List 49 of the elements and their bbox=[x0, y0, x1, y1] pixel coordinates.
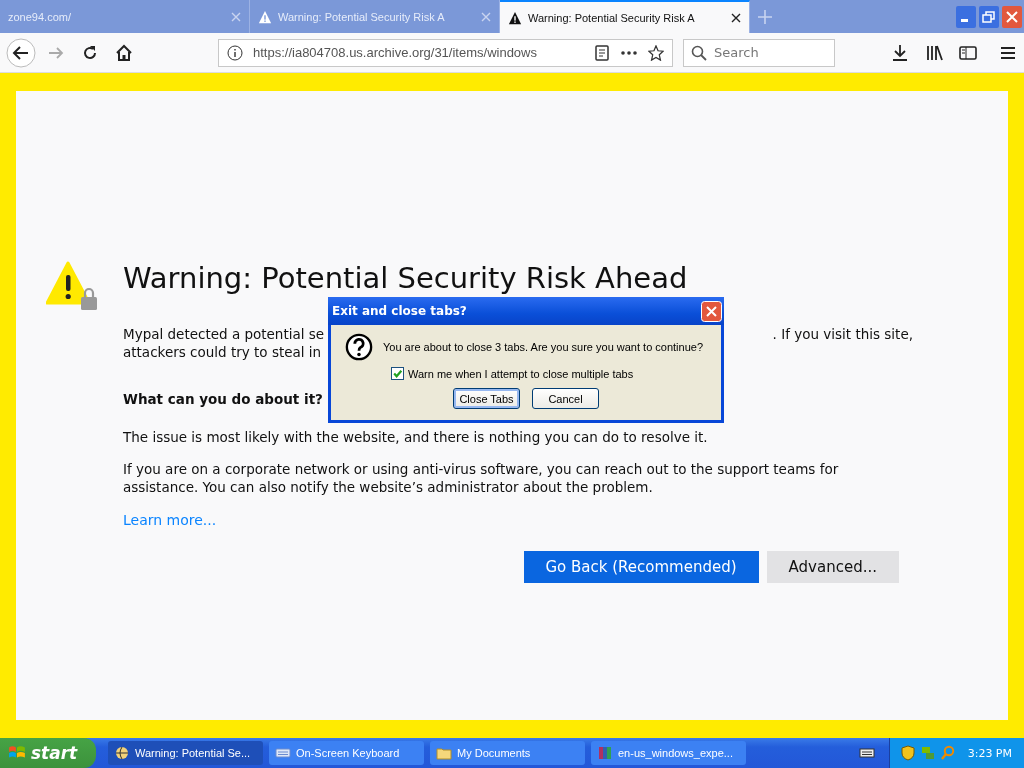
learn-more-link[interactable]: Learn more... bbox=[123, 512, 217, 528]
dialog-title: Exit and close tabs? bbox=[332, 304, 467, 318]
folder-icon bbox=[436, 745, 452, 761]
go-back-button[interactable]: Go Back (Recommended) bbox=[523, 551, 759, 583]
dialog-message: You are about to close 3 tabs. Are you sure you want to continue? bbox=[383, 341, 704, 353]
advice-text: The issue is most likely with the website, and there is nothing you can do to resolve it. bbox=[123, 428, 709, 446]
warn-checkbox[interactable] bbox=[391, 367, 404, 380]
search-icon bbox=[691, 44, 707, 61]
tab-title: Warning: Potential Security Risk A bbox=[528, 11, 696, 24]
keyboard-icon bbox=[275, 745, 291, 761]
tab-title: Warning: Potential Security Risk A bbox=[278, 10, 446, 23]
download-icon[interactable] bbox=[890, 42, 910, 63]
page-title: Warning: Potential Security Risk Ahead bbox=[123, 261, 689, 295]
star-icon[interactable] bbox=[648, 44, 664, 61]
advanced-button[interactable]: Advanced... bbox=[766, 551, 899, 583]
taskbar-item[interactable]: My Documents bbox=[430, 741, 585, 765]
more-icon[interactable] bbox=[620, 49, 638, 56]
warning-icon bbox=[258, 9, 272, 24]
archive-icon bbox=[597, 745, 613, 761]
description-text: attackers could try to steal in bbox=[123, 343, 322, 361]
warning-icon bbox=[508, 10, 522, 25]
minimize-icon[interactable] bbox=[956, 5, 976, 28]
info-icon bbox=[227, 44, 243, 61]
browser-icon bbox=[114, 745, 130, 761]
taskbar-item[interactable]: Warning: Potential Se... bbox=[108, 741, 263, 765]
section-heading: What can you do about it? bbox=[123, 391, 323, 407]
start-button[interactable]: start bbox=[0, 738, 96, 768]
description-text: . If you visit this site, bbox=[772, 325, 913, 343]
search-field[interactable]: Search bbox=[683, 38, 835, 67]
back-icon[interactable] bbox=[6, 37, 36, 68]
home-icon[interactable] bbox=[114, 42, 134, 63]
restore-icon[interactable] bbox=[979, 5, 999, 28]
close-icon[interactable] bbox=[731, 12, 741, 23]
cancel-button[interactable]: Cancel bbox=[532, 388, 599, 409]
tab-title: zone94.com/ bbox=[8, 10, 72, 23]
taskbar-item[interactable]: en-us_windows_expe... bbox=[591, 741, 746, 765]
close-tabs-button[interactable]: Close Tabs bbox=[453, 388, 520, 409]
description-text: Mypal detected a potential se bbox=[123, 325, 325, 343]
keyboard-icon[interactable] bbox=[858, 745, 875, 761]
clock: 3:23 PM bbox=[967, 746, 1012, 760]
question-icon bbox=[345, 333, 373, 361]
url-text: https://ia804708.us.archive.org/31/items/windows bbox=[253, 45, 538, 60]
address-bar[interactable]: https://ia804708.us.archive.org/31/items/windows bbox=[218, 38, 673, 67]
browser-tab[interactable]: Warning: Potential Security Risk A bbox=[500, 0, 750, 33]
reader-view-icon[interactable] bbox=[594, 44, 610, 61]
checkbox-label: Warn me when I attempt to close multiple tabs bbox=[408, 367, 634, 380]
taskbar-item[interactable]: On-Screen Keyboard bbox=[269, 741, 424, 765]
advice-text: If you are on a corporate network or using anti-virus software, you can reach out to the support teams for assistance. You can also notify the website’s administrator about the problem. bbox=[123, 460, 840, 496]
shield-icon[interactable] bbox=[899, 745, 916, 761]
